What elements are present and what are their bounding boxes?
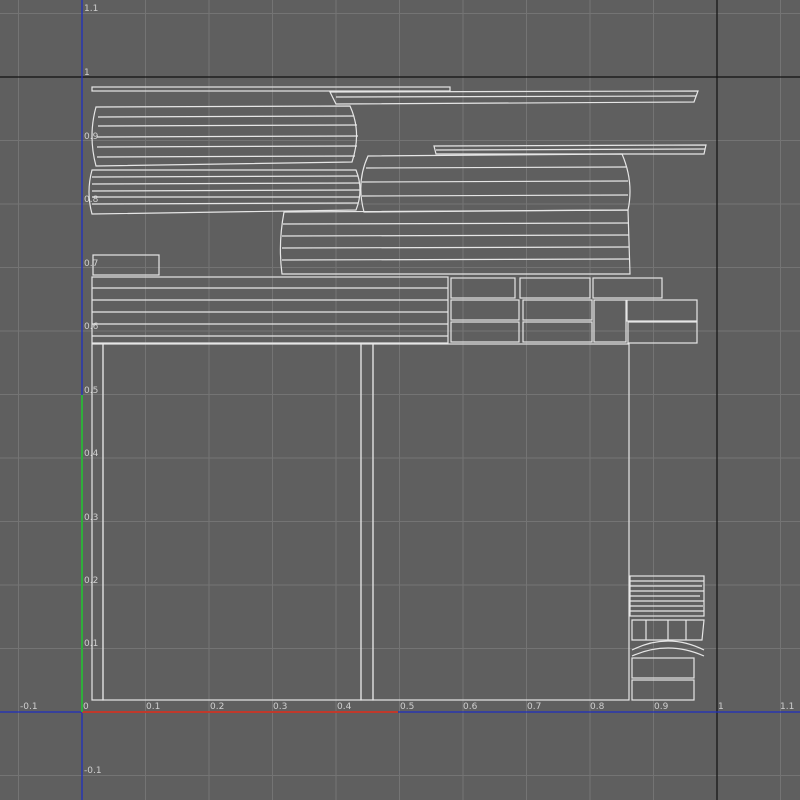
- u-tick-label: 0.9: [654, 702, 669, 712]
- u-tick-label: 1: [718, 702, 724, 712]
- u-tick-label: 1.1: [780, 702, 794, 712]
- u-tick-label: 0.7: [527, 702, 541, 712]
- v-tick-label: 1.1: [84, 4, 98, 14]
- u-tick-label: 0.6: [463, 702, 478, 712]
- u-tick-label: 0.5: [400, 702, 414, 712]
- uv-island-brick-blocks[interactable]: [450, 277, 698, 344]
- v-tick-label: 1: [84, 68, 90, 78]
- u-tick-label: 0: [83, 702, 89, 712]
- v-tick-label: 0.9: [84, 132, 99, 142]
- v-tick-label: -0.1: [84, 766, 102, 776]
- u-tick-label: 0.4: [337, 702, 352, 712]
- u-tick-labels: -0.1 0 0.1 0.2 0.3 0.4 0.5 0.6 0.7 0.8 0…: [20, 702, 794, 712]
- uv-island-column-details[interactable]: [629, 575, 705, 701]
- v-tick-label: 0.4: [84, 449, 99, 459]
- v-tick-label: 0.3: [84, 513, 98, 523]
- u-tick-label: 0.8: [590, 702, 605, 712]
- u-tick-label: 0.1: [146, 702, 160, 712]
- uv-wireframe[interactable]: [88, 86, 707, 701]
- u-tick-label: -0.1: [20, 702, 38, 712]
- v-tick-label: 0.7: [84, 259, 98, 269]
- uv-island-frieze[interactable]: [279, 209, 631, 275]
- uv-island-small-block[interactable]: [92, 254, 160, 276]
- u-tick-label: 0.2: [210, 702, 224, 712]
- u-tick-label: 0.3: [273, 702, 287, 712]
- v-tick-label: 0.1: [84, 639, 98, 649]
- uv-island-cornice-left[interactable]: [88, 105, 361, 215]
- uv-editor-viewport[interactable]: -0.1 0 0.1 0.2 0.3 0.4 0.5 0.6 0.7 0.8 0…: [0, 0, 800, 800]
- v-tick-label: 0.5: [84, 386, 98, 396]
- v-tick-label: 0.2: [84, 576, 98, 586]
